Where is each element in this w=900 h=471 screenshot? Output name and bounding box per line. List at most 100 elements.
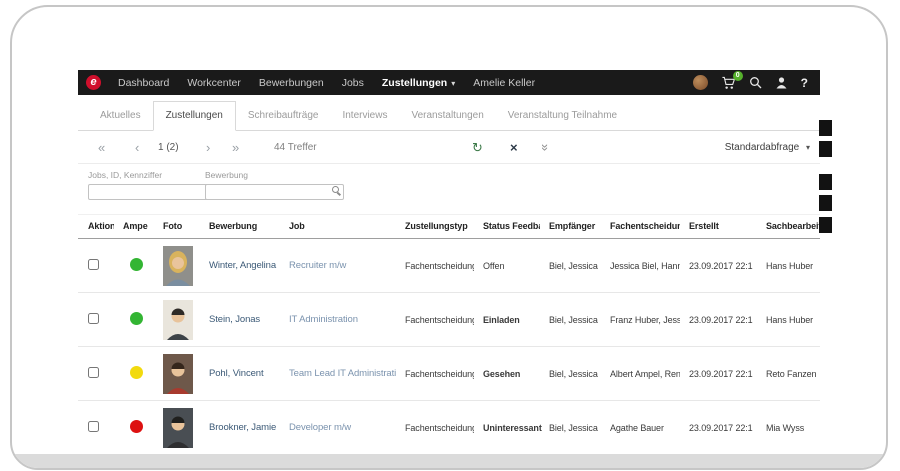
prev-page-icon[interactable]: ‹ bbox=[135, 131, 139, 164]
table-row[interactable]: Pohl, Vincent Team Lead IT Administratio… bbox=[78, 346, 820, 401]
job-link[interactable]: Developer m/w bbox=[289, 422, 351, 433]
tab-interviews[interactable]: Interviews bbox=[330, 102, 399, 130]
cropped-ui-fragment bbox=[819, 217, 832, 233]
cell-zustellungstyp: Fachentscheidung bbox=[396, 400, 474, 454]
row-checkbox[interactable] bbox=[88, 259, 99, 270]
col-ampel[interactable]: Ampe bbox=[114, 214, 154, 239]
col-fachentscheidung[interactable]: Fachentscheidung bbox=[601, 214, 680, 239]
applicant-name-link[interactable]: Stein, Jonas bbox=[209, 314, 260, 325]
cell-job: Recruiter m/w bbox=[280, 238, 396, 293]
cell-empfaenger: Biel, Jessica bbox=[540, 238, 601, 293]
cell-foto bbox=[154, 400, 200, 454]
filter-area: Jobs, ID, Kennziffer Bewerbung bbox=[78, 164, 820, 210]
row-checkbox[interactable] bbox=[88, 421, 99, 432]
job-link[interactable]: Team Lead IT Administration bbox=[289, 368, 396, 379]
applicant-name-link[interactable]: Winter, Angelina bbox=[209, 260, 276, 271]
cell-aktion bbox=[78, 238, 114, 293]
cell-zustellungstyp: Fachentscheidung bbox=[396, 346, 474, 401]
topbar-icons: 0 ? bbox=[692, 70, 820, 90]
applicant-photo bbox=[163, 299, 193, 340]
applicant-photo bbox=[163, 245, 193, 286]
cart-button[interactable]: 0 bbox=[721, 70, 743, 90]
applicant-name-link[interactable]: Brookner, Jamie bbox=[209, 422, 276, 433]
cell-erstellt: 23.09.2017 22:1 bbox=[680, 292, 757, 347]
double-chevron-down-icon[interactable]: » bbox=[538, 131, 553, 166]
search-icon bbox=[749, 77, 762, 89]
col-bewerbung[interactable]: Bewerbung bbox=[200, 214, 280, 239]
menu-bewerbungen[interactable]: Bewerbungen bbox=[250, 77, 333, 89]
cell-status: Uninteressant bbox=[474, 400, 542, 454]
ampel-yellow-icon bbox=[130, 366, 143, 379]
tab-bar: Aktuelles Zustellungen Schreibaufträge I… bbox=[78, 95, 820, 131]
table-row[interactable]: Brookner, Jamie Developer m/w Fachentsch… bbox=[78, 400, 820, 454]
col-aktion[interactable]: Aktion bbox=[78, 214, 114, 239]
help-button[interactable]: ? bbox=[801, 76, 808, 90]
col-job[interactable]: Job bbox=[280, 214, 396, 239]
menu-jobs[interactable]: Jobs bbox=[333, 77, 373, 89]
app-window: e Dashboard Workcenter Bewerbungen Jobs … bbox=[78, 70, 820, 454]
cell-job: Developer m/w bbox=[280, 400, 396, 454]
first-page-icon[interactable]: « bbox=[98, 131, 105, 164]
cell-foto bbox=[154, 238, 200, 293]
account-button[interactable] bbox=[775, 76, 788, 89]
row-checkbox[interactable] bbox=[88, 367, 99, 378]
cell-erstellt: 23.09.2017 22:1 bbox=[680, 238, 757, 293]
cell-bewerbung: Winter, Angelina bbox=[200, 238, 280, 293]
col-sachbearbeiter[interactable]: Sachbearbeiter bbox=[757, 214, 820, 239]
cell-fachentscheidung: Albert Ampel, Rena bbox=[601, 346, 680, 401]
cart-badge: 0 bbox=[732, 70, 743, 81]
cell-erstellt: 23.09.2017 22:1 bbox=[680, 346, 757, 401]
col-empfaenger[interactable]: Empfänger bbox=[540, 214, 601, 239]
cell-aktion bbox=[78, 400, 114, 454]
menu-user-name[interactable]: Amelie Keller bbox=[464, 77, 544, 89]
refresh-icon[interactable]: ↻ bbox=[472, 131, 483, 164]
menu-dashboard[interactable]: Dashboard bbox=[109, 77, 178, 89]
search-icon[interactable] bbox=[332, 186, 339, 193]
tab-zustellungen[interactable]: Zustellungen bbox=[152, 101, 236, 131]
cell-aktion bbox=[78, 346, 114, 401]
screenshot-root: e Dashboard Workcenter Bewerbungen Jobs … bbox=[0, 0, 900, 471]
cell-bewerbung: Pohl, Vincent bbox=[200, 346, 280, 401]
job-link[interactable]: Recruiter m/w bbox=[289, 260, 346, 271]
job-link[interactable]: IT Administration bbox=[289, 314, 358, 325]
row-checkbox[interactable] bbox=[88, 313, 99, 324]
cropped-ui-fragment bbox=[819, 141, 832, 157]
clear-icon[interactable]: × bbox=[510, 131, 518, 164]
tab-veranstaltung-teilnahme[interactable]: Veranstaltung Teilnahme bbox=[496, 102, 629, 130]
cell-bewerbung: Stein, Jonas bbox=[200, 292, 280, 347]
page-indicator: 1 (2) bbox=[158, 142, 179, 153]
last-page-icon[interactable]: » bbox=[232, 131, 239, 164]
tab-schreibauftraege[interactable]: Schreibaufträge bbox=[236, 102, 331, 130]
next-page-icon[interactable]: › bbox=[206, 131, 210, 164]
ampel-green-icon bbox=[130, 312, 143, 325]
cell-sachbearbeiter: Hans Huber bbox=[757, 292, 820, 347]
cell-sachbearbeiter: Reto Fanzen bbox=[757, 346, 820, 401]
col-zustellungstyp[interactable]: Zustellungstyp bbox=[396, 214, 474, 239]
menu-workcenter[interactable]: Workcenter bbox=[178, 77, 250, 89]
table-row[interactable]: Stein, Jonas IT Administration Fachentsc… bbox=[78, 292, 820, 347]
bewerbung-filter-input[interactable] bbox=[205, 184, 344, 200]
chevron-down-icon: ▾ bbox=[451, 78, 456, 88]
cell-foto bbox=[154, 346, 200, 401]
cell-erstellt: 23.09.2017 22:1 bbox=[680, 400, 757, 454]
applicant-name-link[interactable]: Pohl, Vincent bbox=[209, 368, 264, 379]
user-avatar[interactable] bbox=[692, 75, 708, 90]
query-preset-dropdown[interactable]: Standardabfrage ▾ bbox=[725, 131, 810, 164]
brand-logo-icon[interactable]: e bbox=[86, 75, 101, 90]
cropped-ui-fragment bbox=[819, 174, 832, 190]
search-button[interactable] bbox=[749, 76, 762, 89]
menu-zustellungen[interactable]: Zustellungen ▾ bbox=[373, 77, 464, 89]
tab-aktuelles[interactable]: Aktuelles bbox=[88, 102, 153, 130]
col-erstellt[interactable]: Erstellt bbox=[680, 214, 757, 239]
col-status-feedback[interactable]: Status Feedba bbox=[474, 214, 540, 239]
results-count: 44 Treffer bbox=[274, 142, 317, 153]
chevron-down-icon: ▾ bbox=[805, 143, 810, 152]
cell-job: IT Administration bbox=[280, 292, 396, 347]
cell-zustellungstyp: Fachentscheidung bbox=[396, 238, 474, 293]
cell-empfaenger: Biel, Jessica bbox=[540, 400, 601, 454]
table-row[interactable]: Winter, Angelina Recruiter m/w Fachentsc… bbox=[78, 238, 820, 293]
col-foto[interactable]: Foto bbox=[154, 214, 200, 239]
tab-veranstaltungen[interactable]: Veranstaltungen bbox=[399, 102, 495, 130]
cell-zustellungstyp: Fachentscheidung bbox=[396, 292, 474, 347]
ampel-green-icon bbox=[130, 258, 143, 271]
